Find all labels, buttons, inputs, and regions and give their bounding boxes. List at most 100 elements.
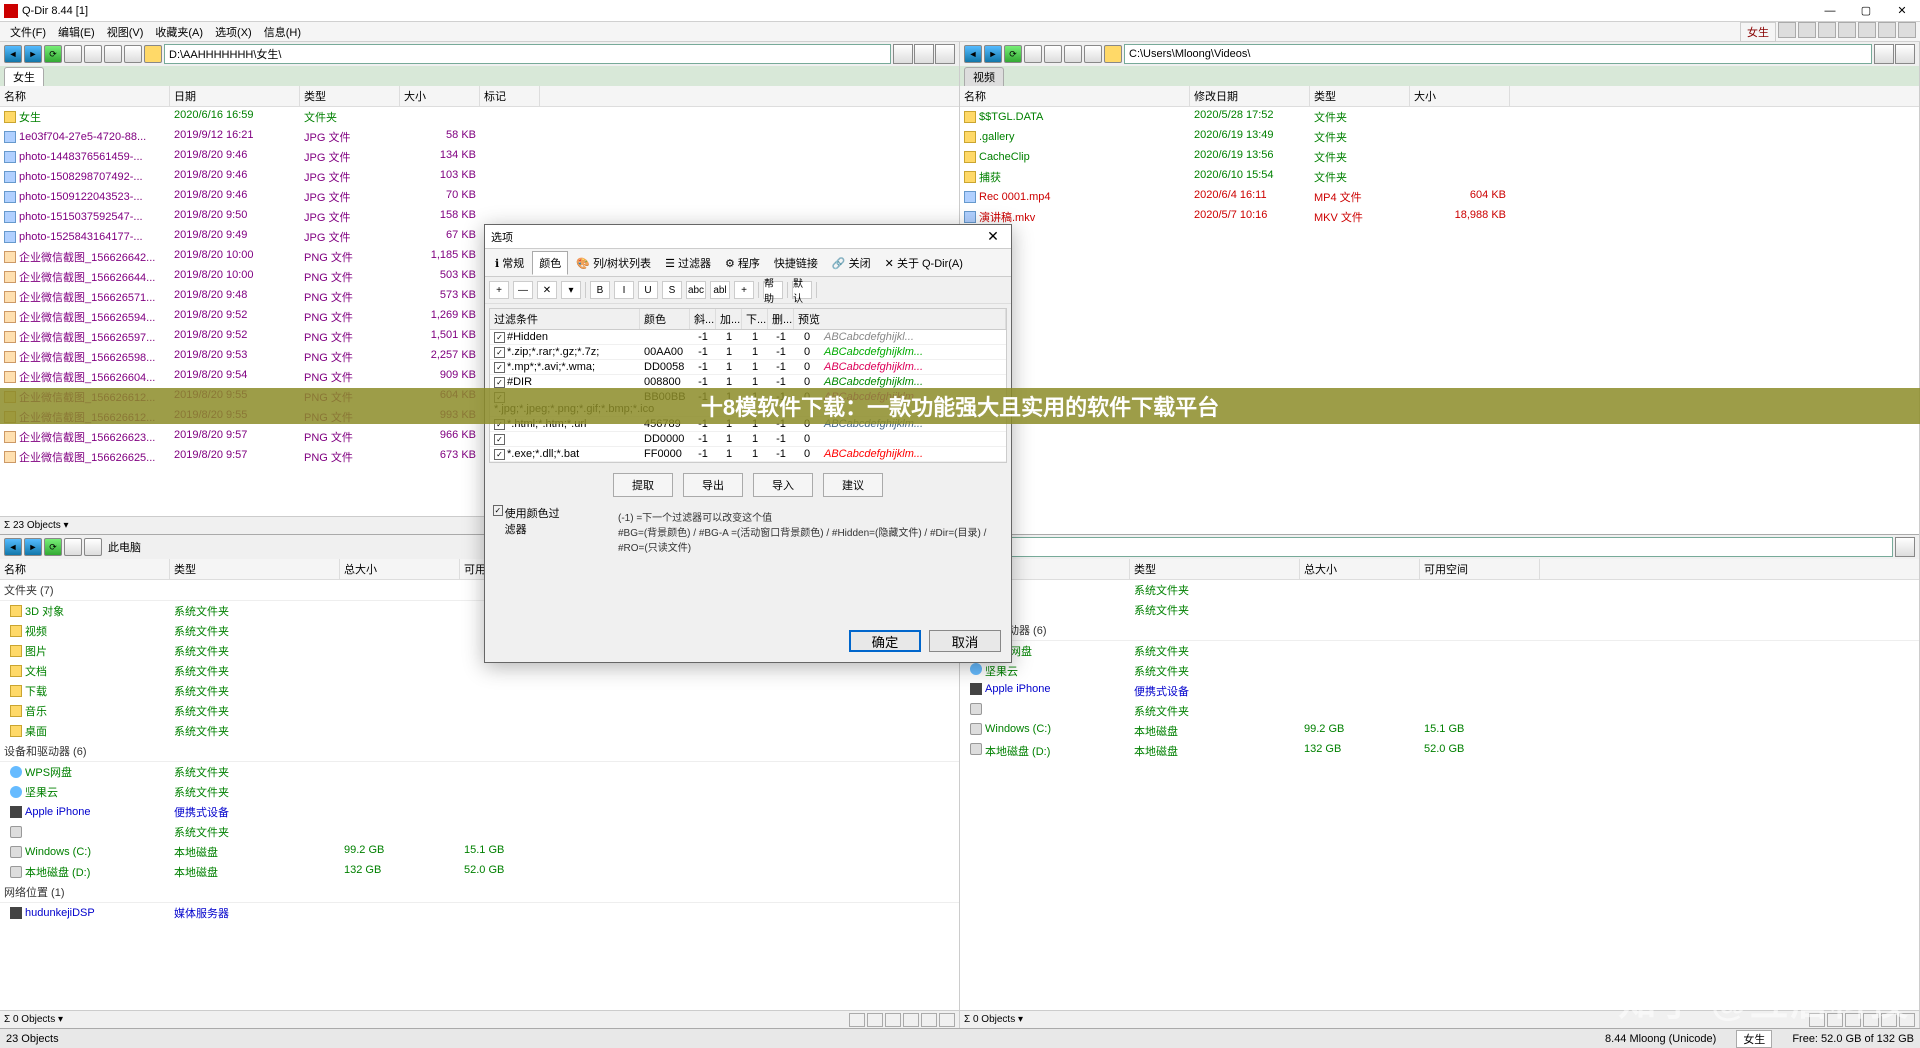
nav-button[interactable] [1064,45,1082,63]
toolbar-button[interactable]: 默认 [792,281,812,299]
refresh-button[interactable]: ⟳ [44,45,62,63]
status-button[interactable] [903,1013,919,1027]
status-button[interactable] [921,1013,937,1027]
dialog-tab[interactable]: 颜色 [532,251,568,275]
list-item[interactable]: 坚果云系统文件夹 [960,661,1919,681]
view-button[interactable] [1895,537,1915,557]
dialog-action-button[interactable]: 导入 [753,473,813,497]
dialog-tab[interactable]: 快捷链接 [768,251,824,274]
list-item[interactable]: photo-1509122043523-...2019/8/20 9:46JPG… [0,187,959,207]
list-item[interactable]: $$TGL.DATA2020/5/28 17:52文件夹 [960,107,1919,127]
group-header[interactable]: 设备和驱动器 (6) [0,741,959,762]
toolbar-button[interactable]: + [734,281,754,299]
nav-button[interactable] [1084,45,1102,63]
back-button[interactable]: ◄ [4,538,22,556]
list-item[interactable]: 本地磁盘 (D:)本地磁盘132 GB52.0 GB [0,862,959,882]
layout-button[interactable] [1858,22,1876,38]
toolbar-button[interactable]: ✕ [537,281,557,299]
list-item[interactable]: hudunkejiDSP媒体服务器 [0,903,959,923]
toolbar-button[interactable]: abc [686,281,706,299]
list-item[interactable]: WPS网盘系统文件夹 [0,762,959,782]
dialog-action-button[interactable]: 导出 [683,473,743,497]
status-button[interactable] [939,1013,955,1027]
menu-view[interactable]: 视图(V) [101,22,150,42]
toolbar-button[interactable]: ▾ [561,281,581,299]
cancel-button[interactable]: 取消 [929,630,1001,652]
toolbar-button[interactable]: B [590,281,610,299]
list-item[interactable]: 系统文件夹 [0,822,959,842]
list-item[interactable]: Windows (C:)本地磁盘99.2 GB15.1 GB [0,842,959,862]
filter-row[interactable]: ✓DD0000-111-10 [490,432,1006,447]
list-item[interactable]: 文档系统文件夹 [0,661,959,681]
toolbar-button[interactable]: + [489,281,509,299]
dialog-action-button[interactable]: 提取 [613,473,673,497]
filter-row[interactable]: ✓*.zip;*.rar;*.gz;*.7z;00AA00-111-10ABCa… [490,345,1006,360]
pane-tab[interactable]: 视频 [964,67,1004,86]
layout-button[interactable] [1878,22,1896,38]
view-button[interactable] [1895,44,1915,64]
dialog-tab[interactable]: ☰ 过滤器 [659,251,717,274]
list-item[interactable]: Apple iPhone便携式设备 [960,681,1919,701]
list-item[interactable]: 系统文件夹 [960,701,1919,721]
list-item[interactable]: photo-1508298707492-...2019/8/20 9:46JPG… [0,167,959,187]
status-button[interactable] [1827,1013,1843,1027]
list-item[interactable]: photo-1448376561459-...2019/8/20 9:46JPG… [0,147,959,167]
status-button[interactable] [867,1013,883,1027]
layout-button[interactable] [1818,22,1836,38]
toolbar-button[interactable]: — [513,281,533,299]
list-item[interactable]: Rec 0001.mp42020/6/4 16:11MP4 文件604 KB [960,187,1919,207]
list-item[interactable]: 桌面系统文件夹 [960,600,1919,620]
toolbar-button[interactable]: S [662,281,682,299]
nav-button[interactable] [64,45,82,63]
layout-button[interactable] [1838,22,1856,38]
back-button[interactable]: ◄ [4,45,22,63]
list-item[interactable]: CacheClip2020/6/19 13:56文件夹 [960,147,1919,167]
list-item[interactable]: 女生2020/6/16 16:59文件夹 [0,107,959,127]
refresh-button[interactable]: ⟳ [44,538,62,556]
nav-button[interactable] [104,45,122,63]
list-item[interactable]: WPS网盘系统文件夹 [960,641,1919,661]
status-button[interactable] [1881,1013,1897,1027]
list-item[interactable]: 音乐系统文件夹 [960,580,1919,600]
menu-favorites[interactable]: 收藏夹(A) [149,22,209,42]
ok-button[interactable]: 确定 [849,630,921,652]
maximize-button[interactable]: ▢ [1852,2,1880,20]
computer-icon[interactable] [84,538,102,556]
folder-icon[interactable] [144,45,162,63]
toolbar-button[interactable]: U [638,281,658,299]
view-button[interactable] [914,44,934,64]
list-item[interactable]: 坚果云系统文件夹 [0,782,959,802]
list-item[interactable]: 演讲稿.mkv2020/5/7 10:16MKV 文件18,988 KB [960,207,1919,227]
forward-button[interactable]: ► [24,538,42,556]
list-item[interactable]: 音乐系统文件夹 [0,701,959,721]
file-list[interactable]: 名称修改日期类型大小$$TGL.DATA2020/5/28 17:52文件夹.g… [960,86,1919,534]
dialog-action-button[interactable]: 建议 [823,473,883,497]
status-button[interactable] [885,1013,901,1027]
status-button[interactable] [1845,1013,1861,1027]
forward-button[interactable]: ► [984,45,1002,63]
list-item[interactable]: Apple iPhone便携式设备 [0,802,959,822]
status-button[interactable] [1899,1013,1915,1027]
dialog-tab[interactable]: ℹ 常规 [489,251,530,274]
list-item[interactable]: 桌面系统文件夹 [0,721,959,741]
toolbar-button[interactable]: abl [710,281,730,299]
list-item[interactable]: 1e03f704-27e5-4720-88...2019/9/12 16:21J… [0,127,959,147]
minimize-button[interactable]: — [1816,2,1844,20]
view-button[interactable] [893,44,913,64]
menu-options[interactable]: 选项(X) [209,22,258,42]
layout-button[interactable] [1898,22,1916,38]
dialog-close-button[interactable]: ✕ [981,228,1005,245]
file-list[interactable]: 名称类型总大小可用空间音乐系统文件夹桌面系统文件夹设备和驱动器 (6)WPS网盘… [960,559,1919,1010]
nav-button[interactable] [1044,45,1062,63]
menu-edit[interactable]: 编辑(E) [52,22,101,42]
menu-file[interactable]: 文件(F) [4,22,52,42]
menu-info[interactable]: 信息(H) [258,22,307,42]
filter-row[interactable]: ✓*.exe;*.dll;*.batFF0000-111-10ABCabcdef… [490,447,1006,462]
status-button[interactable] [1809,1013,1825,1027]
checkbox[interactable]: ✓ [493,505,503,516]
path-input[interactable] [964,537,1893,557]
list-item[interactable]: 捕获2020/6/10 15:54文件夹 [960,167,1919,187]
layout-button[interactable] [1778,22,1796,38]
folder-icon[interactable] [1104,45,1122,63]
dialog-tab[interactable]: 🔗 关闭 [826,251,877,274]
